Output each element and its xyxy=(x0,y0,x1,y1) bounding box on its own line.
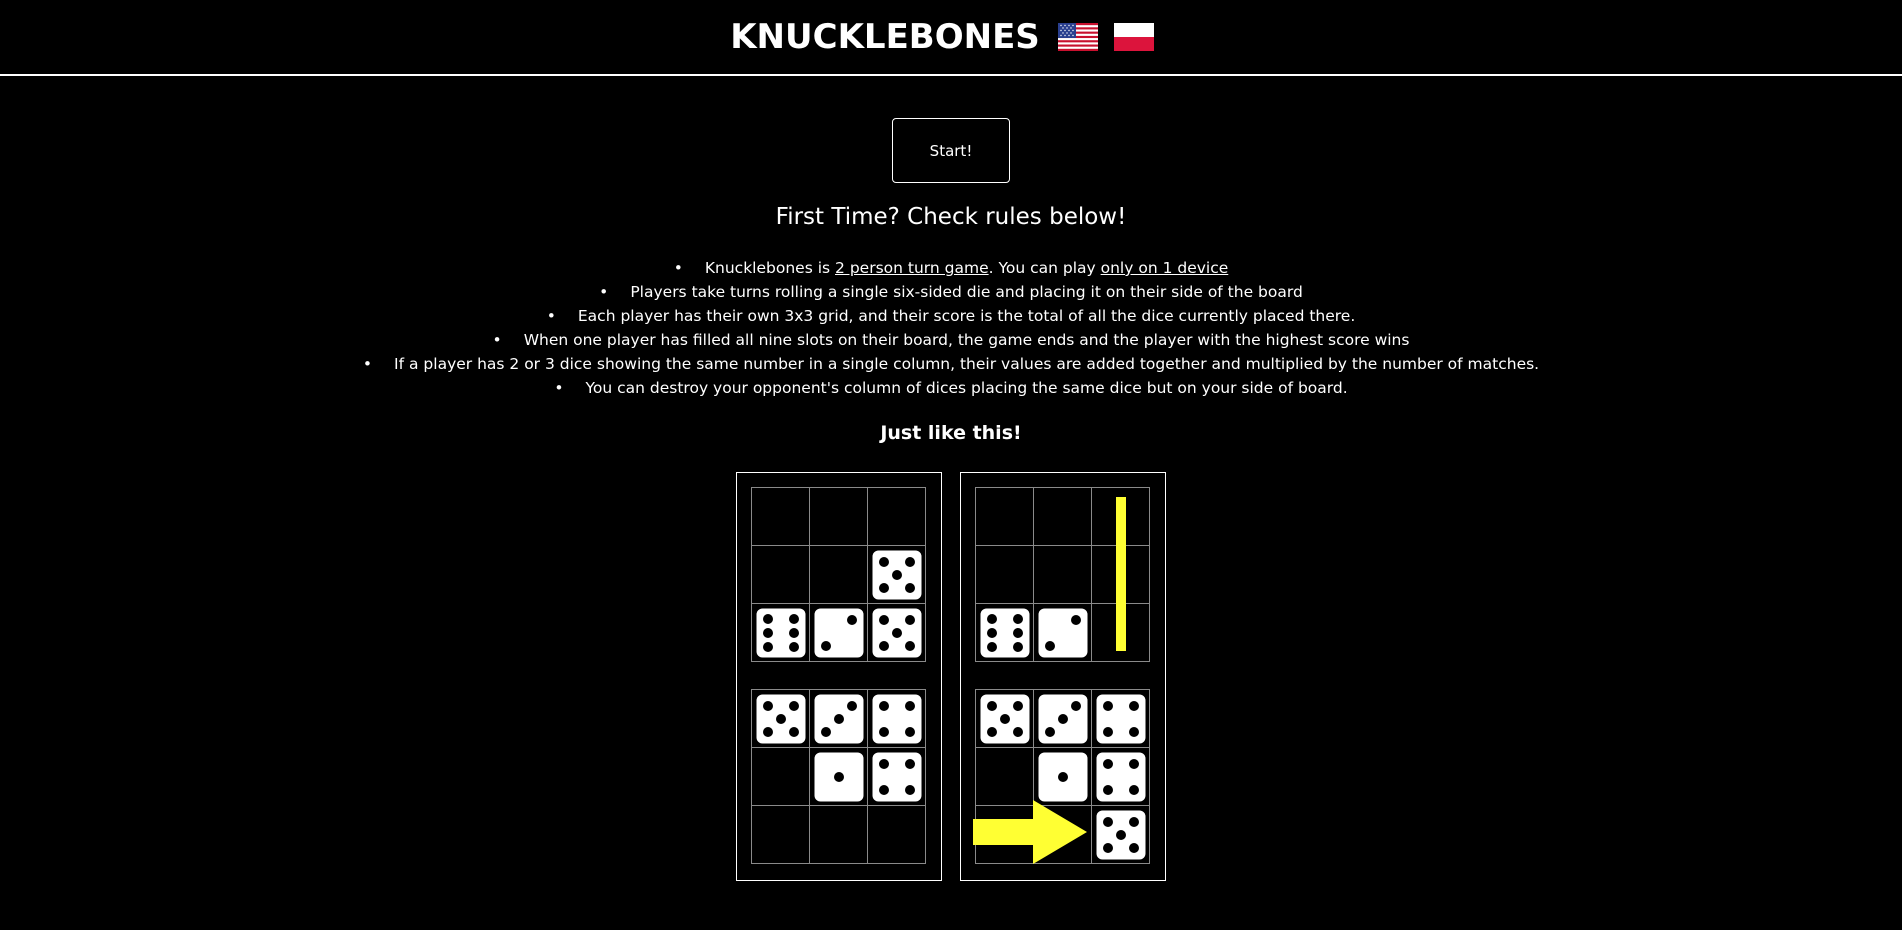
rule-item: When one player has filled all nine slot… xyxy=(0,328,1902,352)
die-5-icon xyxy=(872,550,922,600)
grid-cell xyxy=(975,747,1034,806)
grid-cell xyxy=(975,689,1034,748)
grid-cell xyxy=(1091,689,1150,748)
grid-cell xyxy=(751,487,810,546)
die-2-icon xyxy=(814,608,864,658)
grid-cell xyxy=(1033,603,1092,662)
grid-cell xyxy=(975,805,1034,864)
two-person-link[interactable]: 2 person turn game xyxy=(835,259,989,277)
grid-cell xyxy=(751,805,810,864)
grid-cell xyxy=(1033,689,1092,748)
rule-item: Players take turns rolling a single six-… xyxy=(0,280,1902,304)
grid-cell xyxy=(1033,747,1092,806)
grid-cell xyxy=(975,545,1034,604)
start-button[interactable]: Start! xyxy=(892,118,1010,183)
die-4-icon xyxy=(872,752,922,802)
grid-cell xyxy=(1033,805,1092,864)
grid-cell xyxy=(1091,805,1150,864)
grid-cell xyxy=(1033,487,1092,546)
grid-cell xyxy=(809,603,868,662)
die-5-icon xyxy=(980,694,1030,744)
player-grid xyxy=(975,689,1150,864)
page-title: KNUCKLEBONES xyxy=(730,17,1040,57)
grid-cell xyxy=(867,545,926,604)
die-4-icon xyxy=(1096,694,1146,744)
die-5-icon xyxy=(756,694,806,744)
grid-cell xyxy=(809,747,868,806)
die-2-icon xyxy=(1038,608,1088,658)
rule-item: Each player has their own 3x3 grid, and … xyxy=(0,304,1902,328)
die-6-icon xyxy=(756,608,806,658)
grid-cell xyxy=(809,689,868,748)
rule-item: If a player has 2 or 3 dice showing the … xyxy=(0,352,1902,376)
grid-cell xyxy=(809,805,868,864)
grid-cell xyxy=(1033,545,1092,604)
grid-cell xyxy=(867,689,926,748)
rule-text: . You can play xyxy=(988,259,1101,277)
rules-list: Knucklebones is 2 person turn game. You … xyxy=(0,256,1902,400)
die-4-icon xyxy=(1096,752,1146,802)
opponent-grid xyxy=(975,487,1150,662)
die-5-icon xyxy=(1096,810,1146,860)
example-heading: Just like this! xyxy=(880,422,1022,444)
grid-cell xyxy=(975,487,1034,546)
player-grid xyxy=(751,689,926,864)
die-3-icon xyxy=(1038,694,1088,744)
grid-cell xyxy=(751,747,810,806)
one-device-link[interactable]: only on 1 device xyxy=(1101,259,1229,277)
rule-text: Knucklebones is xyxy=(704,259,836,277)
grid-cell xyxy=(867,487,926,546)
grid-cell xyxy=(751,689,810,748)
opponent-grid xyxy=(751,487,926,662)
grid-cell xyxy=(867,603,926,662)
rule-item: Knucklebones is 2 person turn game. You … xyxy=(0,256,1902,280)
die-1-icon xyxy=(814,752,864,802)
grid-cell xyxy=(867,805,926,864)
grid-cell xyxy=(809,545,868,604)
grid-cell xyxy=(1091,487,1150,546)
die-6-icon xyxy=(980,608,1030,658)
grid-cell xyxy=(1091,545,1150,604)
example-board-after xyxy=(960,472,1166,881)
grid-cell xyxy=(975,603,1034,662)
rules-heading: First Time? Check rules below! xyxy=(775,204,1127,230)
die-1-icon xyxy=(1038,752,1088,802)
die-5-icon xyxy=(872,608,922,658)
die-4-icon xyxy=(872,694,922,744)
us-flag-icon[interactable] xyxy=(1057,23,1098,51)
grid-cell xyxy=(867,747,926,806)
rule-item: You can destroy your opponent's column o… xyxy=(0,376,1902,400)
pl-flag-icon[interactable] xyxy=(1113,23,1154,51)
grid-cell xyxy=(1091,603,1150,662)
grid-cell xyxy=(751,603,810,662)
grid-cell xyxy=(751,545,810,604)
grid-cell xyxy=(809,487,868,546)
die-3-icon xyxy=(814,694,864,744)
header: KNUCKLEBONES xyxy=(0,0,1902,76)
grid-cell xyxy=(1091,747,1150,806)
example-board-before xyxy=(736,472,942,881)
